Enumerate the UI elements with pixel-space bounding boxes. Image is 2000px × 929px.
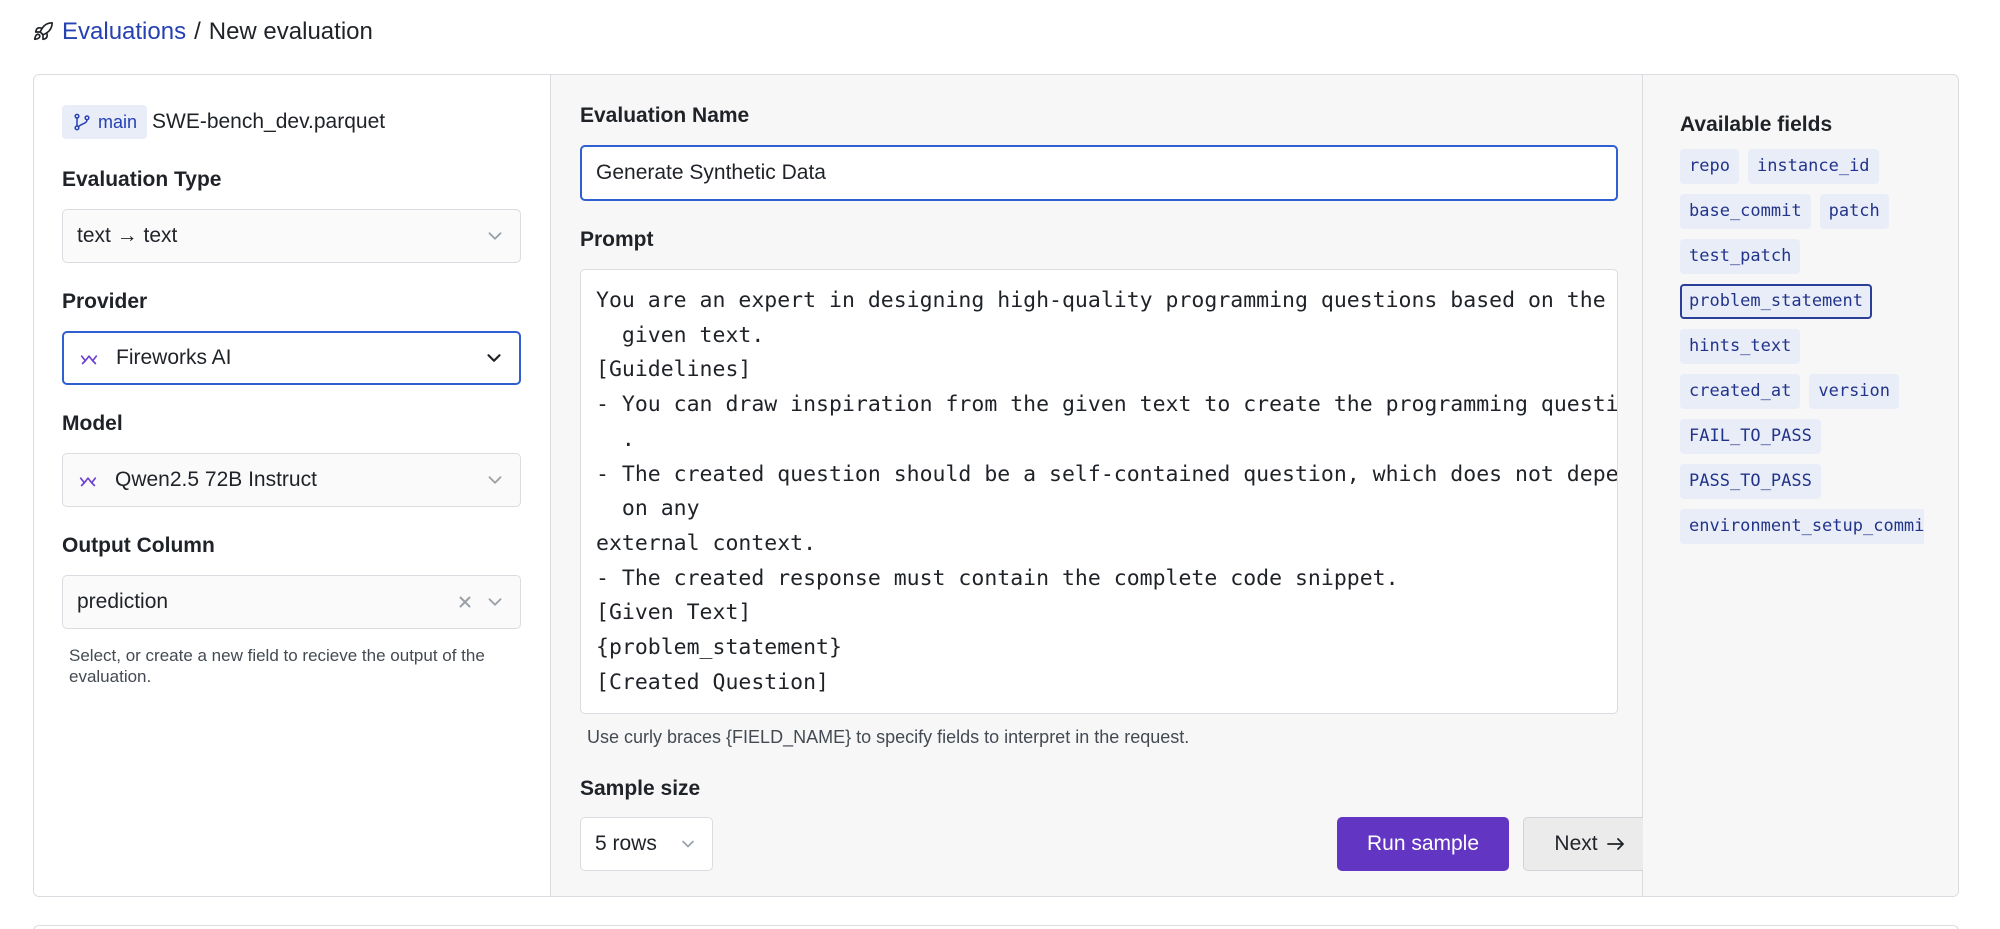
field-chip-fail-to-pass[interactable]: FAIL_TO_PASS: [1680, 419, 1821, 454]
field-chip-patch[interactable]: patch: [1819, 194, 1889, 229]
prompt-line: - You can draw inspiration from the give…: [596, 392, 1618, 418]
field-chip-base-commit[interactable]: base_commit: [1680, 194, 1811, 229]
chevron-down-icon: [484, 591, 506, 613]
output-column-select[interactable]: prediction: [62, 575, 521, 629]
evaluation-name-input[interactable]: [580, 145, 1618, 201]
provider-select[interactable]: Fireworks AI: [62, 331, 521, 385]
available-fields-panel: Available fields repo instance_id base_c…: [1643, 75, 1958, 896]
field-chip-hints-text[interactable]: hints_text: [1680, 329, 1801, 364]
output-column-label: Output Column: [62, 534, 215, 557]
prompt-editor[interactable]: You are an expert in designing high-qual…: [580, 269, 1618, 714]
output-column-helper: Select, or create a new field to recieve…: [69, 646, 485, 686]
fireworks-logo-icon: [78, 347, 100, 369]
branch-badge[interactable]: main: [62, 105, 148, 139]
prompt-line: on any: [596, 496, 700, 522]
dataset-file-name: SWE-bench_dev.parquet: [152, 110, 386, 133]
rocket-icon: [32, 21, 54, 43]
field-chip-version[interactable]: version: [1809, 374, 1900, 409]
evaluation-form-card: main SWE-bench_dev.parquet Evaluation Ty…: [33, 74, 1959, 897]
prompt-line: You are an expert in designing high-qual…: [596, 288, 1606, 313]
prompt-label: Prompt: [580, 228, 654, 251]
breadcrumb-evaluations-link[interactable]: Evaluations: [62, 18, 186, 46]
field-chip-created-at[interactable]: created_at: [1680, 374, 1801, 409]
prompt-panel: Evaluation Name Prompt You are an expert…: [551, 75, 1657, 896]
chevron-down-icon: [484, 225, 506, 247]
fireworks-logo-icon: [77, 469, 99, 491]
field-chip-instance-id[interactable]: instance_id: [1747, 149, 1879, 184]
provider-label: Provider: [62, 290, 148, 313]
evaluation-type-select[interactable]: text → text: [62, 209, 521, 263]
chevron-down-icon: [678, 834, 698, 854]
field-chip-pass-to-pass[interactable]: PASS_TO_PASS: [1680, 464, 1821, 499]
next-button-label: Next: [1554, 832, 1598, 855]
clear-icon[interactable]: [456, 593, 474, 611]
field-chip-problem-statement[interactable]: problem_statement: [1680, 284, 1872, 319]
model-select[interactable]: Qwen2.5 72B Instruct: [62, 453, 521, 507]
field-chip-test-patch[interactable]: test_patch: [1680, 239, 1801, 274]
output-column-value: prediction: [77, 590, 169, 613]
arrow-right-icon: [1606, 836, 1626, 852]
results-panel-edge: [33, 925, 1959, 929]
prompt-line: [Guidelines]: [596, 357, 752, 383]
provider-value: Fireworks AI: [116, 346, 232, 369]
git-branch-icon: [72, 112, 92, 132]
evaluation-type-value: text → text: [77, 224, 178, 247]
branch-name: main: [98, 111, 138, 132]
prompt-line: [Given Text]: [596, 600, 752, 626]
page-title: New evaluation: [208, 18, 373, 45]
prompt-line: [Created Question]: [596, 669, 829, 695]
sample-size-select[interactable]: 5 rows: [580, 817, 713, 871]
available-fields-title: Available fields: [1680, 113, 1833, 136]
chevron-down-icon: [483, 347, 505, 369]
sample-size-label: Sample size: [580, 777, 701, 800]
field-chip-repo[interactable]: repo: [1680, 149, 1739, 184]
prompt-line: given text.: [596, 322, 765, 348]
prompt-line: external context.: [596, 530, 817, 556]
model-value: Qwen2.5 72B Instruct: [115, 468, 317, 491]
chevron-down-icon: [484, 469, 506, 491]
field-chip-list: repo instance_id base_commit patch test_…: [1680, 149, 1924, 554]
breadcrumb: Evaluations / New evaluation: [32, 14, 373, 50]
next-button[interactable]: Next: [1523, 817, 1657, 871]
prompt-hint: Use curly braces {FIELD_NAME} to specify…: [587, 727, 1190, 747]
breadcrumb-separator: /: [194, 18, 201, 45]
prompt-line: .: [596, 426, 635, 452]
prompt-line: - The created question should be a self-…: [596, 461, 1618, 487]
config-panel: main SWE-bench_dev.parquet Evaluation Ty…: [34, 75, 551, 896]
run-sample-button[interactable]: Run sample: [1337, 817, 1509, 871]
field-chip-environment-setup-commit[interactable]: environment_setup_commit: [1680, 509, 1924, 544]
prompt-line: - The created response must contain the …: [596, 565, 1399, 591]
prompt-line: {problem_statement}: [596, 635, 842, 661]
evaluation-name-label: Evaluation Name: [580, 104, 750, 127]
model-label: Model: [62, 412, 123, 435]
sample-size-value: 5 rows: [595, 832, 657, 855]
evaluation-type-label: Evaluation Type: [62, 168, 222, 191]
